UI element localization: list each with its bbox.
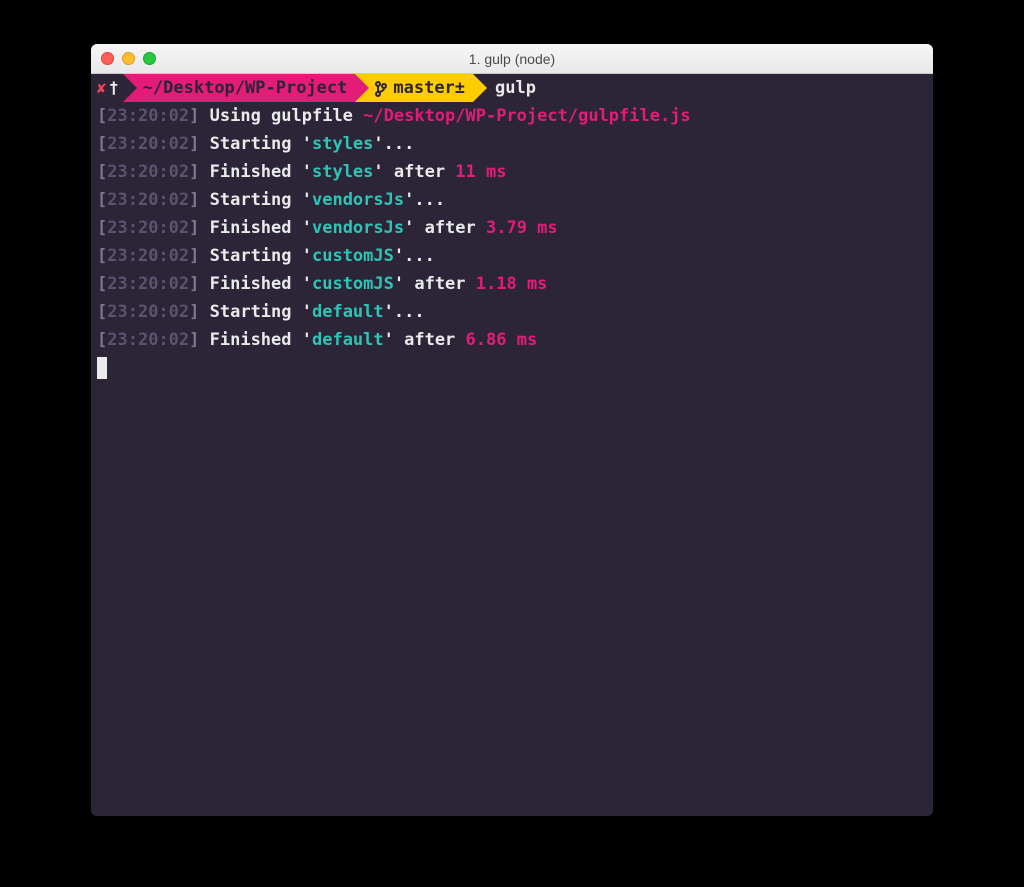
window-title: 1. gulp (node) — [101, 51, 923, 67]
x-icon: ✘ — [97, 74, 109, 102]
titlebar[interactable]: 1. gulp (node) — [91, 44, 933, 74]
log-line: [23:20:02] Finished 'default' after 6.86… — [91, 326, 933, 354]
cursor-icon — [97, 357, 107, 379]
maximize-icon[interactable] — [143, 52, 156, 65]
lightning-icon: † — [109, 74, 119, 102]
log-line: [23:20:02] Starting 'styles'... — [91, 130, 933, 158]
log-line: [23:20:02] Finished 'vendorsJs' after 3.… — [91, 214, 933, 242]
prompt-branch: master± — [393, 74, 465, 102]
prompt-path: ~/Desktop/WP-Project — [143, 74, 348, 102]
close-icon[interactable] — [101, 52, 114, 65]
prompt-status-segment: ✘ † — [91, 74, 123, 102]
prompt-row: ✘ † ~/Desktop/WP-Project master± gulp — [91, 74, 933, 102]
log-line: [23:20:02] Using gulpfile ~/Desktop/WP-P… — [91, 102, 933, 130]
cursor-row — [91, 354, 933, 382]
terminal-window: 1. gulp (node) ✘ † ~/Desktop/WP-Project — [91, 44, 933, 816]
terminal-body[interactable]: ✘ † ~/Desktop/WP-Project master± gulp — [91, 74, 933, 816]
log-line: [23:20:02] Starting 'customJS'... — [91, 242, 933, 270]
log-output: [23:20:02] Using gulpfile ~/Desktop/WP-P… — [91, 102, 933, 354]
minimize-icon[interactable] — [122, 52, 135, 65]
log-line: [23:20:02] Starting 'vendorsJs'... — [91, 186, 933, 214]
traffic-lights — [101, 52, 156, 65]
log-line: [23:20:02] Finished 'styles' after 11 ms — [91, 158, 933, 186]
prompt-path-segment: ~/Desktop/WP-Project — [123, 74, 356, 102]
git-branch-icon — [375, 79, 387, 97]
log-line: [23:20:02] Starting 'default'... — [91, 298, 933, 326]
log-line: [23:20:02] Finished 'customJS' after 1.1… — [91, 270, 933, 298]
prompt-branch-segment: master± — [355, 74, 473, 102]
